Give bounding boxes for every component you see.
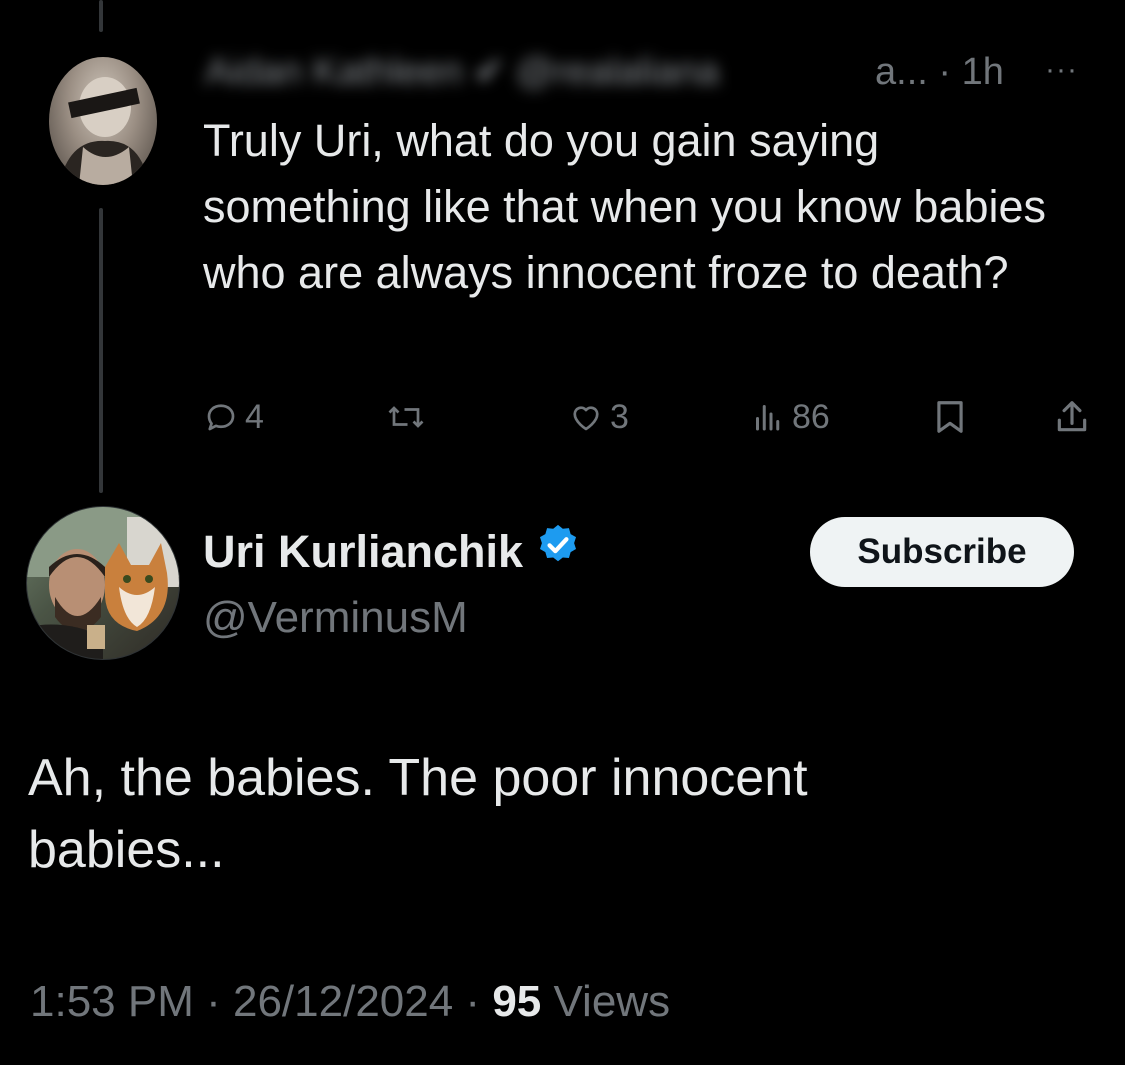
reply-count: 4 — [245, 397, 264, 436]
reply-header: Aidan Kathleen ✔ @realaliana a... · 1h — [205, 48, 1025, 96]
views-icon — [750, 399, 786, 435]
subscribe-button[interactable]: Subscribe — [810, 517, 1074, 587]
views-action[interactable]: 86 — [750, 395, 830, 439]
verified-badge-icon: ✔ — [473, 51, 506, 93]
author-name-row[interactable]: Uri Kurlianchik — [203, 522, 581, 582]
post-text-line: Ah, the babies. The poor innocent — [28, 749, 808, 807]
author-handle[interactable]: @VerminusM — [203, 590, 468, 646]
post-footer: 1:53 PM · 26/12/2024 · 95 Views — [30, 970, 1090, 1034]
post-date[interactable]: 26/12/2024 — [233, 977, 453, 1026]
footer-separator: · — [193, 977, 233, 1026]
reply-icon — [203, 399, 239, 435]
verified-badge-icon[interactable] — [535, 522, 581, 583]
thread-line — [99, 208, 103, 493]
like-icon — [568, 399, 604, 435]
reply-author-obscured[interactable]: Aidan Kathleen ✔ @realaliana — [205, 48, 875, 96]
reply-avatar[interactable] — [49, 57, 157, 185]
post-text: Ah, the babies. The poor innocent babies… — [28, 742, 1088, 886]
more-icon[interactable]: ··· — [1045, 55, 1105, 85]
repost-icon — [385, 399, 427, 435]
bookmark-action[interactable] — [933, 395, 967, 439]
footer-separator: · — [453, 977, 493, 1026]
views-count: 86 — [792, 397, 830, 436]
share-action[interactable] — [1054, 395, 1090, 439]
bookmark-icon — [933, 398, 967, 436]
reply-handle-suffix: a... — [875, 51, 928, 93]
thread-line-top — [99, 0, 103, 32]
reply-separator: · — [927, 51, 962, 93]
post-text-line: babies... — [28, 821, 225, 879]
reply-text: Truly Uri, what do you gain saying somet… — [203, 115, 1047, 298]
author-name: Uri Kurlianchik — [203, 526, 524, 577]
reply-timestamp[interactable]: 1h — [962, 51, 1004, 93]
repost-action[interactable] — [385, 395, 433, 439]
post-time[interactable]: 1:53 PM — [30, 977, 194, 1026]
post-views-label: Views — [541, 977, 671, 1026]
reply-action[interactable]: 4 — [203, 395, 264, 439]
share-icon — [1054, 398, 1090, 436]
author-avatar[interactable] — [26, 506, 180, 660]
like-count: 3 — [610, 397, 629, 436]
like-action[interactable]: 3 — [568, 395, 629, 439]
post-views-count[interactable]: 95 — [492, 977, 541, 1026]
